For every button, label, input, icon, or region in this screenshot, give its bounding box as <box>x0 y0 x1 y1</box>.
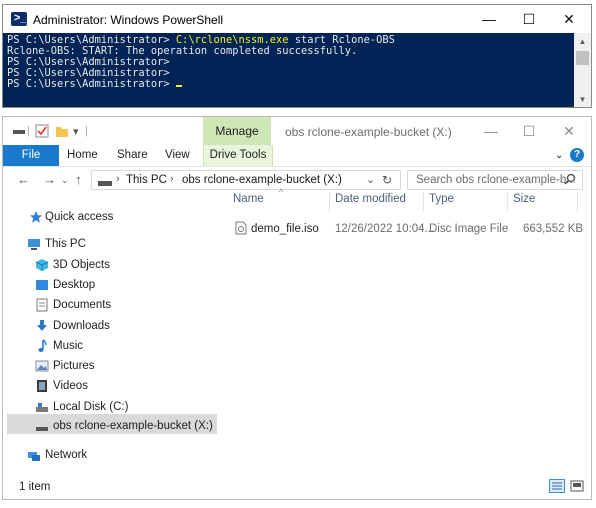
nav-item-desktop[interactable]: Desktop <box>3 275 213 295</box>
file-explorer-window: | ▾ | Manage obs rclone-example-bucket (… <box>2 116 592 500</box>
column-divider[interactable] <box>423 192 424 212</box>
column-divider[interactable] <box>577 192 578 212</box>
column-header-size[interactable]: Size <box>513 193 535 205</box>
cube-icon <box>35 258 49 272</box>
file-name: demo_file.iso <box>251 223 319 235</box>
up-arrow-icon[interactable]: ↑ <box>75 172 82 187</box>
column-header-name[interactable]: Name <box>233 193 264 205</box>
nav-item-videos[interactable]: Videos <box>3 376 213 396</box>
console-scrollbar[interactable]: ▲ ▼ <box>574 33 591 107</box>
properties-icon[interactable] <box>35 124 49 141</box>
column-divider[interactable] <box>507 192 508 212</box>
drive-icon <box>13 125 25 138</box>
explorer-titlebar[interactable]: | ▾ | Manage obs rclone-example-bucket (… <box>3 117 591 145</box>
tab-view[interactable]: View <box>165 145 190 166</box>
scrollbar-thumb[interactable] <box>576 51 589 65</box>
film-icon <box>35 379 49 393</box>
disc-image-file-icon <box>235 221 247 238</box>
close-button[interactable]: ✕ <box>553 5 585 33</box>
nav-item-documents[interactable]: Documents <box>3 295 213 315</box>
file-size: 663,552 KB <box>523 223 584 235</box>
forward-arrow-icon[interactable]: → <box>43 172 56 187</box>
file-type: Disc Image File <box>429 223 509 235</box>
scroll-up-icon[interactable]: ▲ <box>574 37 591 46</box>
ribbon-tabs: File Home Share View Drive Tools ⌄ ? <box>3 145 591 167</box>
item-count: 1 item <box>19 481 51 493</box>
details-view-icon[interactable] <box>549 479 565 493</box>
nav-item-3d-objects[interactable]: 3D Objects <box>3 255 213 275</box>
large-icons-view-icon[interactable] <box>569 479 585 493</box>
sort-indicator-icon: ^ <box>279 187 284 197</box>
network-drive-icon <box>35 419 49 433</box>
explorer-close-button[interactable]: ✕ <box>553 117 585 145</box>
powershell-icon: >_ <box>11 12 27 26</box>
column-header-date-modified[interactable]: Date modified <box>335 193 406 205</box>
hard-drive-icon <box>35 400 49 414</box>
explorer-maximize-button[interactable]: ☐ <box>513 117 545 145</box>
address-dropdown-icon[interactable]: ⌄ <box>366 173 375 186</box>
star-icon <box>29 210 43 224</box>
search-placeholder: Search obs rclone-example-b... <box>416 174 576 186</box>
file-date-modified: 12/26/2022 10:04... <box>335 223 435 235</box>
explorer-minimize-button[interactable]: — <box>475 117 507 145</box>
minimize-button[interactable]: — <box>473 5 505 33</box>
pictures-icon <box>35 359 49 373</box>
new-folder-icon[interactable] <box>55 124 69 141</box>
tab-share[interactable]: Share <box>117 145 148 166</box>
scroll-down-icon[interactable]: ▼ <box>574 95 591 104</box>
computer-icon <box>27 237 41 251</box>
explorer-title: obs rclone-example-bucket (X:) <box>285 125 452 139</box>
download-arrow-icon <box>35 319 49 333</box>
separator: | <box>85 125 88 137</box>
desktop-icon <box>35 278 49 292</box>
nav-item-music[interactable]: Music <box>3 336 213 356</box>
music-note-icon <box>35 339 49 353</box>
console-cursor <box>175 85 182 87</box>
nav-item-network[interactable]: Network <box>3 445 213 465</box>
drive-icon <box>98 176 112 190</box>
breadcrumb-chevron-icon: › <box>170 173 174 185</box>
manage-tab[interactable]: Manage <box>203 117 271 145</box>
tab-drive-tools[interactable]: Drive Tools <box>203 145 273 166</box>
nav-item-obs-bucket[interactable]: obs rclone-example-bucket (X:) <box>3 416 213 436</box>
nav-item-pictures[interactable]: Pictures <box>3 356 213 376</box>
back-arrow-icon[interactable]: ← <box>17 172 30 187</box>
help-icon[interactable]: ? <box>570 148 584 162</box>
recent-locations-icon[interactable]: ⌄ <box>61 175 69 186</box>
address-bar[interactable]: › This PC › obs rclone-example-bucket (X… <box>91 170 401 190</box>
address-row: ← → ⌄ ↑ › This PC › obs rclone-example-b… <box>3 167 591 195</box>
status-bar: 1 item <box>3 475 591 499</box>
network-icon <box>27 448 41 462</box>
maximize-button[interactable]: ☐ <box>513 5 545 33</box>
search-icon[interactable] <box>564 173 576 188</box>
nav-item-quick-access[interactable]: Quick access <box>3 207 213 227</box>
documents-icon <box>35 298 49 312</box>
console-line: PS C:\Users\Administrator> <box>7 79 573 90</box>
customize-toolbar-icon[interactable]: ▾ <box>73 125 79 138</box>
breadcrumb-this-pc[interactable]: This PC <box>126 174 167 186</box>
tab-home[interactable]: Home <box>67 145 98 166</box>
refresh-icon[interactable]: ↻ <box>382 173 392 187</box>
powershell-title: Administrator: Windows PowerShell <box>33 13 224 27</box>
nav-item-downloads[interactable]: Downloads <box>3 316 213 336</box>
tab-file[interactable]: File <box>3 145 59 166</box>
nav-item-local-disk[interactable]: Local Disk (C:) <box>3 397 213 417</box>
column-header-type[interactable]: Type <box>429 193 454 205</box>
breadcrumb-current[interactable]: obs rclone-example-bucket (X:) <box>182 174 342 186</box>
expand-ribbon-icon[interactable]: ⌄ <box>555 145 563 166</box>
powershell-titlebar[interactable]: >_ Administrator: Windows PowerShell — ☐… <box>3 5 591 33</box>
nav-item-this-pc[interactable]: This PC <box>3 234 213 254</box>
column-divider[interactable] <box>329 192 330 212</box>
breadcrumb-chevron-icon: › <box>116 173 120 185</box>
powershell-console[interactable]: PS C:\Users\Administrator> C:\rclone\nss… <box>7 35 573 107</box>
separator: | <box>27 125 30 137</box>
powershell-window: >_ Administrator: Windows PowerShell — ☐… <box>2 4 592 108</box>
search-box[interactable]: Search obs rclone-example-b... <box>407 170 583 190</box>
